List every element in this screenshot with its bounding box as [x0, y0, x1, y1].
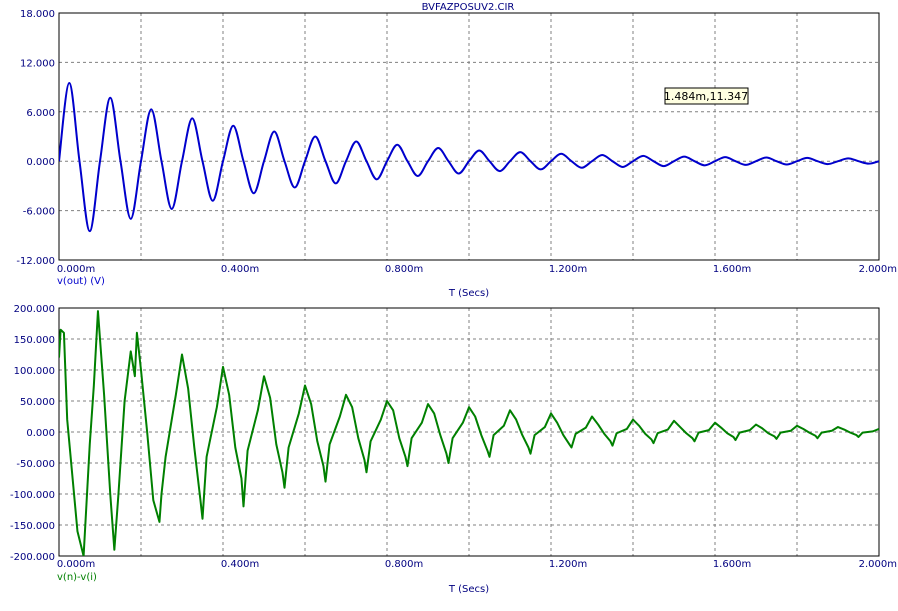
bottom-x-tick-label: 1.600m	[713, 559, 751, 570]
bottom-y-tick-label: -200.000	[10, 552, 55, 563]
bottom-y-tick-label: -50.000	[16, 459, 55, 470]
bottom-x-axis-label: T (Secs)	[448, 584, 489, 595]
top-x-tick-label: 0.000m	[57, 264, 95, 275]
bottom-x-tick-label: 2.000m	[859, 559, 897, 570]
bottom-y-tick-label: -100.000	[10, 490, 55, 501]
bottom-y-tick-label: 150.000	[14, 335, 55, 346]
top-x-axis-label: T (Secs)	[448, 288, 489, 299]
top-y-tick-label: 0.000	[26, 157, 55, 168]
top-y-tick-label: -12.000	[16, 256, 55, 267]
top-y-tick-label: 6.000	[26, 108, 55, 119]
bottom-y-tick-label: -150.000	[10, 521, 55, 532]
top-trace-label: v(out) (V)	[57, 276, 105, 287]
bottom-y-tick-label: 200.000	[14, 304, 55, 315]
bottom-x-tick-label: 0.800m	[385, 559, 423, 570]
plot-window-title: BVFAZPOSUV2.CIR	[422, 2, 515, 13]
top-y-tick-label: 18.000	[20, 9, 55, 20]
bottom-x-tick-label: 0.400m	[221, 559, 259, 570]
bottom-plot-panel: 200.000 150.000 100.000 50.000 0.000 -50.000 -…	[10, 304, 897, 595]
top-y-tick-label: -6.000	[23, 207, 55, 218]
top-x-tick-label: 0.400m	[221, 264, 259, 275]
top-x-tick-label: 1.600m	[713, 264, 751, 275]
cursor-readout-tooltip: 1.484m,11.347	[664, 87, 749, 105]
bottom-x-tick-label: 1.200m	[549, 559, 587, 570]
bottom-y-tick-label: 100.000	[14, 366, 55, 377]
top-y-tick-label: 12.000	[20, 58, 55, 69]
bottom-y-tick-label: 50.000	[20, 397, 55, 408]
cursor-readout-text: 1.484m,11.347	[664, 90, 748, 103]
bottom-trace-label: v(n)-v(i)	[57, 572, 97, 583]
bottom-x-tick-label: 0.000m	[57, 559, 95, 570]
top-x-tick-label: 2.000m	[859, 264, 897, 275]
top-plot-panel: 18.000 12.000 6.000 0.000 -6.000 -12.0000.000…	[16, 9, 897, 299]
bottom-y-tick-label: 0.000	[26, 428, 55, 439]
plot-canvas: BVFAZPOSUV2.CIR 18.000 12.000 6.000 0.000 -6…	[10, 2, 897, 595]
waveform-plot-window: BVFAZPOSUV2.CIR 18.000 12.000 6.000 0.000 -6…	[0, 0, 898, 607]
top-x-tick-label: 0.800m	[385, 264, 423, 275]
top-x-tick-label: 1.200m	[549, 264, 587, 275]
